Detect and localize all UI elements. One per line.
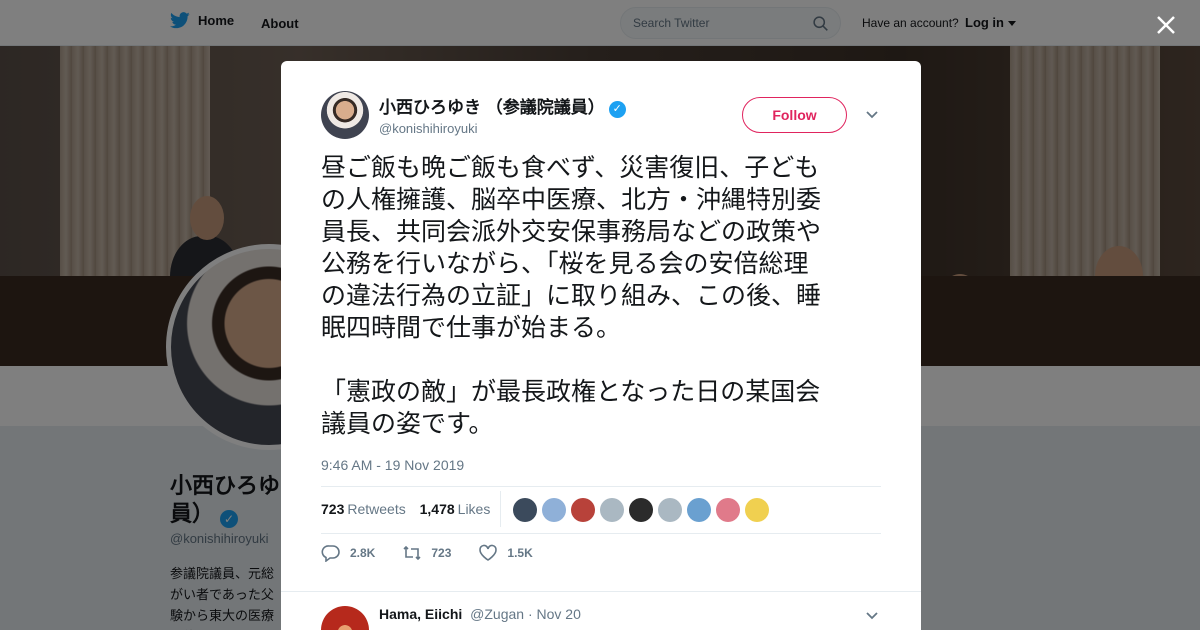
retweet-action[interactable]: 723 — [402, 544, 451, 562]
retweets-label[interactable]: Retweets — [347, 501, 405, 517]
divider — [321, 486, 881, 487]
tweet-author-avatar[interactable] — [321, 91, 369, 139]
liker-avatar[interactable] — [600, 498, 624, 522]
like-count: 1.5K — [507, 546, 533, 560]
liker-avatar[interactable] — [745, 498, 769, 522]
likes-label[interactable]: Likes — [458, 501, 491, 517]
reply-icon — [321, 545, 340, 562]
liker-avatar[interactable] — [571, 498, 595, 522]
retweet-icon — [403, 545, 421, 561]
liker-avatar[interactable] — [542, 498, 566, 522]
tweet-stats: 723 Retweets 1,478 Likes — [321, 501, 500, 517]
follow-button[interactable]: Follow — [742, 97, 847, 133]
liker-avatar[interactable] — [629, 498, 653, 522]
reply-action[interactable]: 2.8K — [321, 544, 375, 562]
liker-avatars — [513, 498, 769, 522]
tweet-author-name[interactable]: 小西ひろゆき （参議院議員） ✓ — [379, 93, 626, 118]
liker-avatar[interactable] — [687, 498, 711, 522]
retweet-count: 723 — [431, 546, 452, 560]
retweets-count[interactable]: 723 — [321, 501, 344, 517]
reply-tweet[interactable]: Hama, Eiichi @Zugan · Nov 20 — [281, 591, 921, 630]
tweet-actions: 2.8K 723 1.5K — [321, 544, 560, 562]
chevron-down-icon[interactable] — [865, 610, 879, 622]
reply-author-name[interactable]: Hama, Eiichi — [379, 606, 462, 622]
reply-date[interactable]: · Nov 20 — [528, 606, 581, 622]
tweet-author-handle[interactable]: @konishihiroyuki — [379, 121, 477, 136]
liker-avatar[interactable] — [513, 498, 537, 522]
tweet-timestamp[interactable]: 9:46 AM - 19 Nov 2019 — [321, 457, 464, 473]
heart-icon — [479, 544, 498, 561]
tweet-permalink-modal: 小西ひろゆき （参議院議員） ✓ @konishihiroyuki Follow … — [281, 61, 921, 630]
tweet-author-name-text: 小西ひろゆき （参議院議員） — [379, 98, 605, 117]
liker-avatar[interactable] — [658, 498, 682, 522]
tweet-text: 昼ご飯も晩ご飯も食べず、災害復旧、子ども の人権擁護、脳卒中医療、北方・沖縄特別… — [321, 153, 822, 438]
verified-badge-icon: ✓ — [608, 101, 626, 118]
chevron-down-icon[interactable] — [865, 109, 879, 121]
like-action[interactable]: 1.5K — [478, 544, 533, 562]
reply-header: Hama, Eiichi @Zugan · Nov 20 — [379, 606, 581, 622]
reply-author-avatar[interactable] — [321, 606, 369, 630]
divider — [321, 533, 881, 534]
stats-separator — [500, 491, 501, 527]
reply-author-handle[interactable]: @Zugan — [470, 606, 524, 622]
reply-count: 2.8K — [350, 546, 376, 560]
likes-count[interactable]: 1,478 — [420, 501, 455, 517]
close-icon[interactable] — [1154, 13, 1178, 37]
liker-avatar[interactable] — [716, 498, 740, 522]
